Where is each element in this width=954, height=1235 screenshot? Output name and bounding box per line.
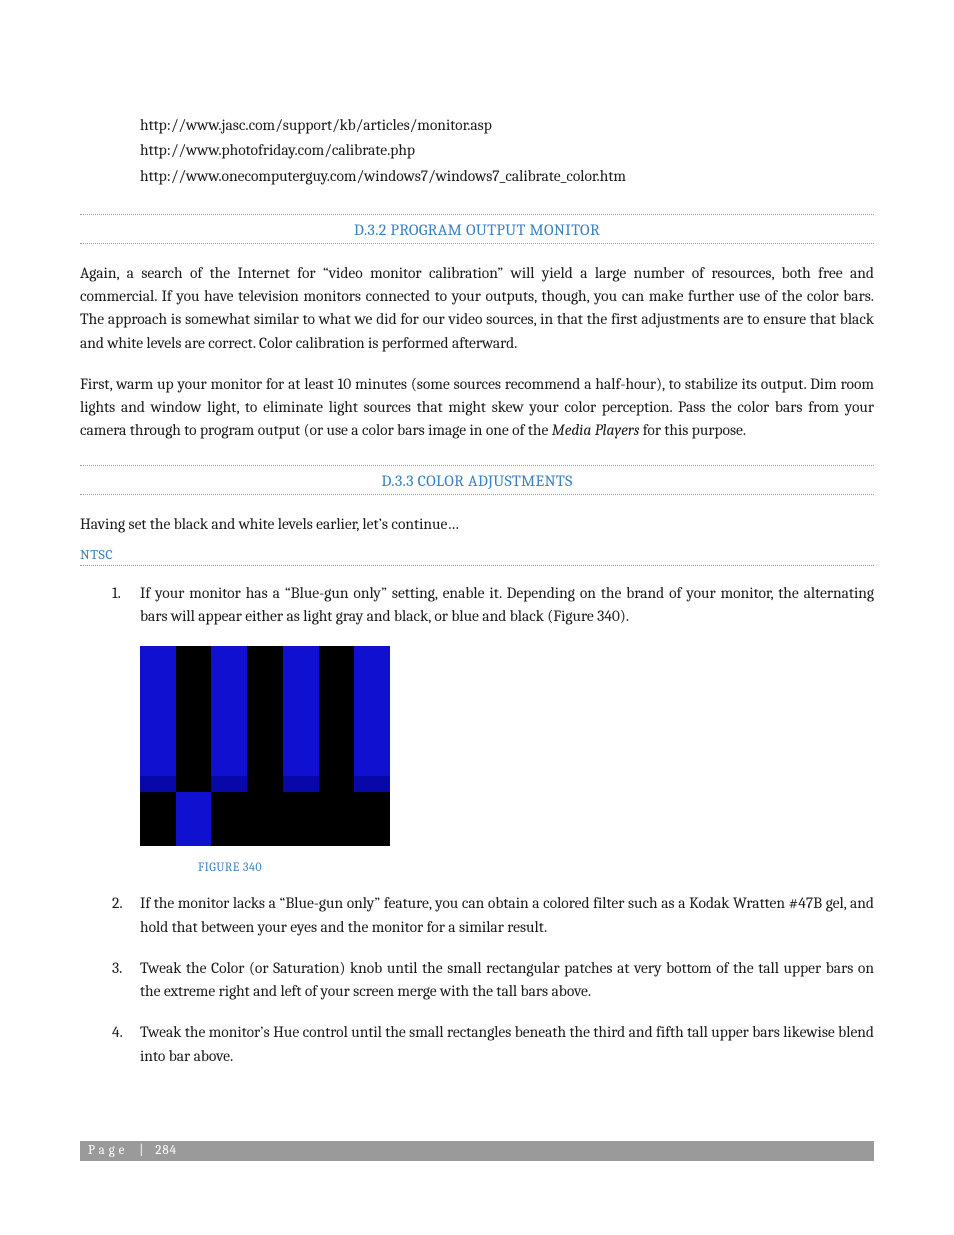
section-heading-program-output: D.3.2 PROGRAM OUTPUT MONITOR	[80, 214, 874, 244]
list-item-text: If the monitor lacks a “Blue-gun only” f…	[140, 894, 874, 935]
footer-separator: |	[139, 1143, 144, 1158]
paragraph-text: First, warm up your monitor for at least…	[80, 375, 874, 440]
list-item-text: Tweak the monitor’s	[140, 1023, 273, 1041]
numbered-list-cont: If the monitor lacks a “Blue-gun only” f…	[80, 892, 874, 1068]
figure-colorbars: FIGURE 340	[140, 646, 874, 874]
list-item: If the monitor lacks a “Blue-gun only” f…	[80, 892, 874, 939]
sub-heading-ntsc: NTSC	[80, 546, 874, 566]
url-link: http://www.onecomputerguy.com/windows7/w…	[140, 165, 874, 188]
list-item-text: Tweak the	[140, 959, 211, 977]
url-link: http://www.photofriday.com/calibrate.php	[140, 139, 874, 162]
paragraph-text: for this purpose.	[639, 421, 746, 439]
list-item-italic: Hue	[273, 1023, 299, 1041]
url-link: http://www.jasc.com/support/kb/articles/…	[140, 114, 874, 137]
paragraph: Again, a search of the Internet for “vid…	[80, 262, 874, 355]
footer-page-label: Page	[88, 1143, 128, 1158]
numbered-list: If your monitor has a “Blue-gun only” se…	[80, 582, 874, 629]
list-item-text: (or	[244, 959, 273, 977]
footer-page-number: 284	[155, 1143, 177, 1158]
paragraph: First, warm up your monitor for at least…	[80, 373, 874, 443]
url-list: http://www.jasc.com/support/kb/articles/…	[140, 114, 874, 188]
page-footer: Page | 284	[80, 1141, 874, 1161]
list-item-italic: Color	[211, 959, 244, 977]
list-item: If your monitor has a “Blue-gun only” se…	[80, 582, 874, 629]
list-item: Tweak the monitor’s Hue control until th…	[80, 1021, 874, 1068]
colorbars-image	[140, 646, 390, 846]
figure-caption: FIGURE 340	[198, 860, 874, 874]
section-heading-color-adjustments: D.3.3 COLOR ADJUSTMENTS	[80, 465, 874, 495]
list-item: Tweak the Color (or Saturation) knob unt…	[80, 957, 874, 1004]
list-item-text: If your monitor has a “Blue-gun only” se…	[140, 584, 874, 625]
paragraph: Having set the black and white levels ea…	[80, 513, 874, 536]
list-item-italic: Saturation	[273, 959, 339, 977]
paragraph-italic: Media Players	[552, 421, 640, 439]
